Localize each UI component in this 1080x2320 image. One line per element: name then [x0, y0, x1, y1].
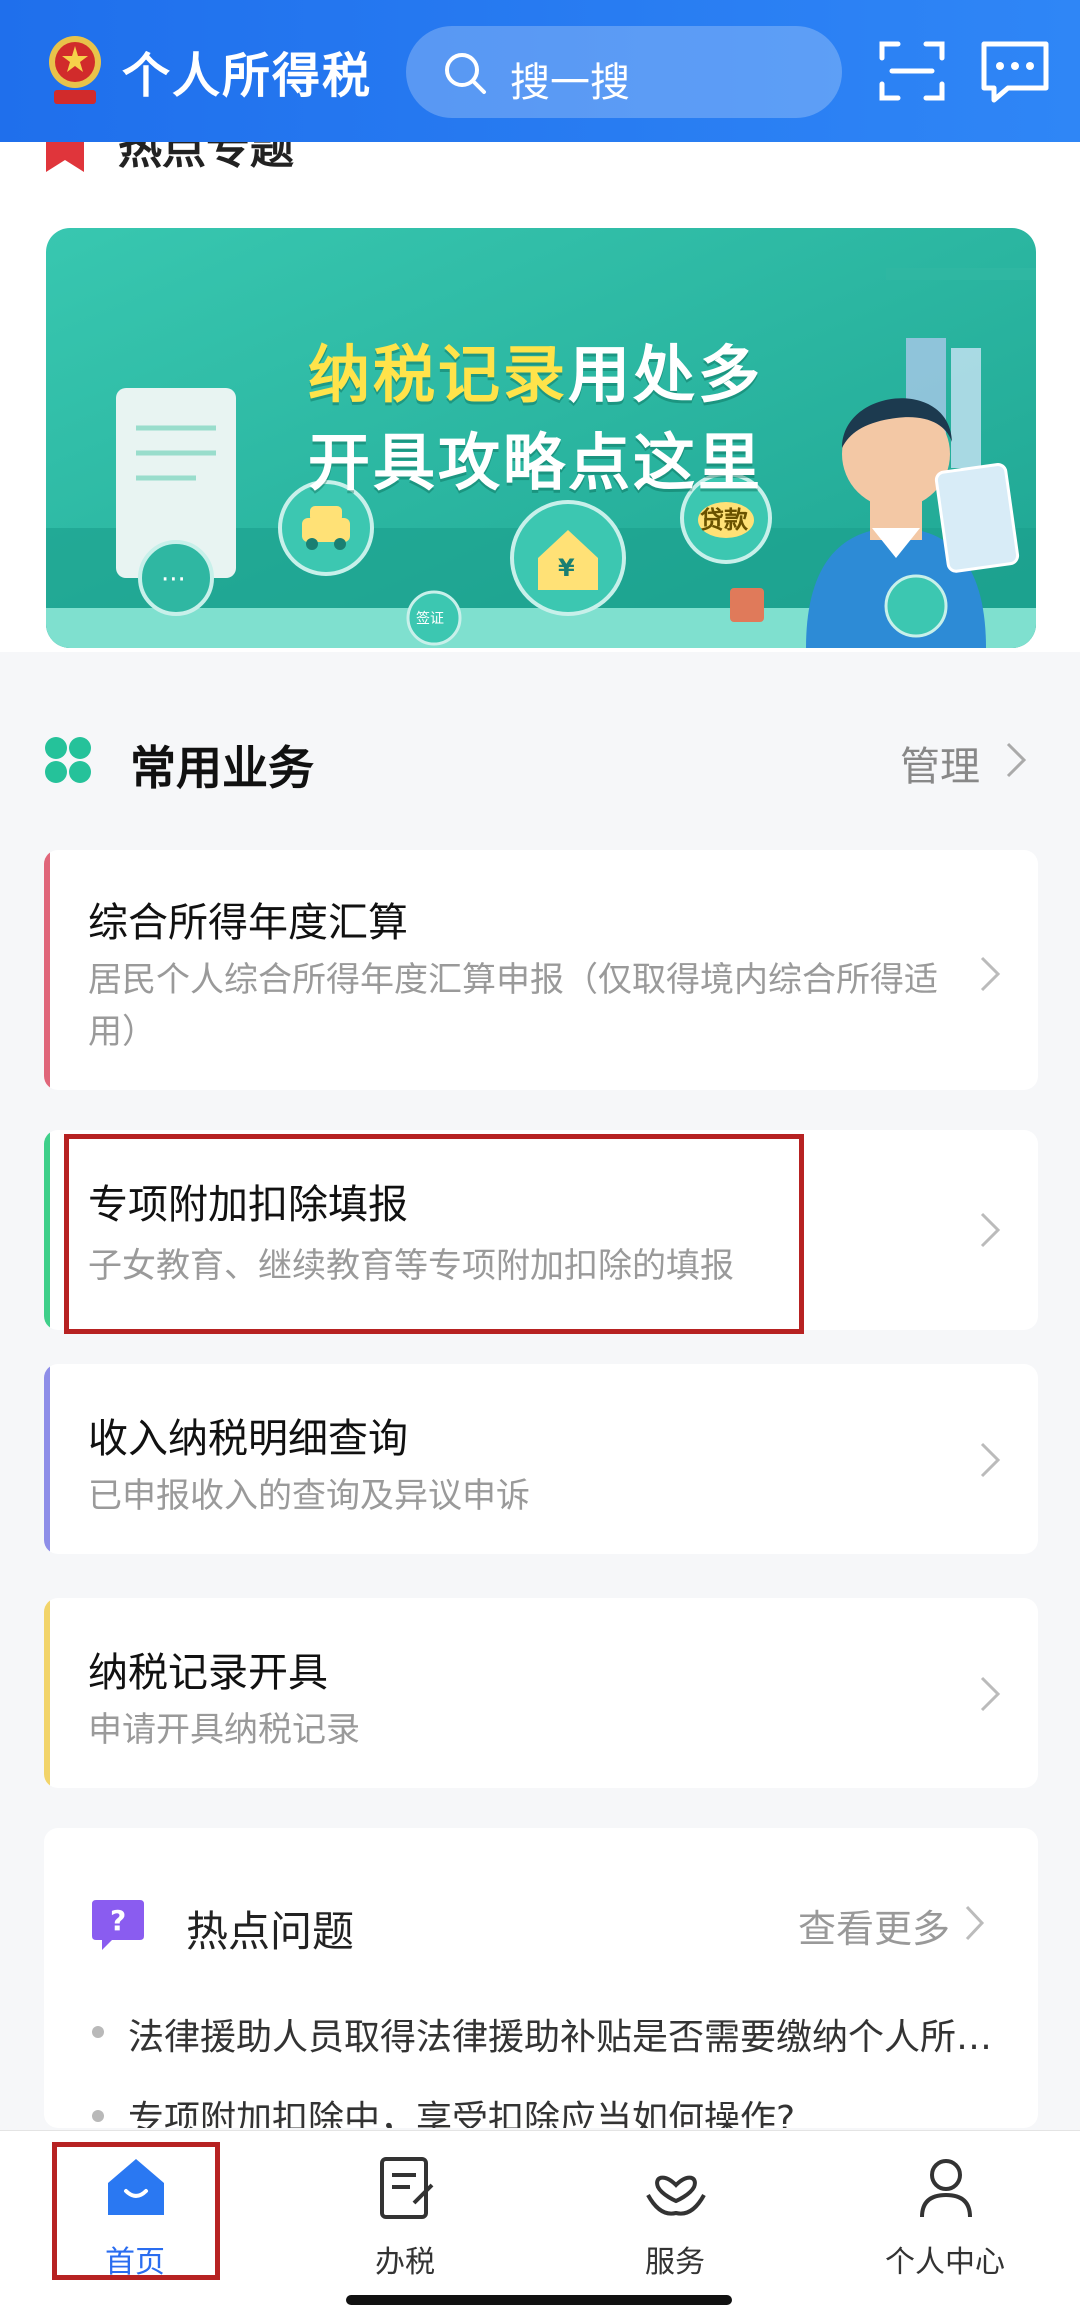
card-description: 居民个人综合所得年度汇算申报（仅取得境内综合所得适用） [88, 960, 938, 1052]
app-title: 个人所得税 [122, 48, 373, 104]
question-icon: ? [92, 1900, 144, 1950]
card-accent-bar [44, 1364, 50, 1554]
faq-item[interactable]: 专项附加扣除中，享受扣除应当如何操作? [128, 2090, 795, 2128]
message-icon[interactable] [978, 38, 1052, 106]
banner-visa-badge: 签证 [416, 611, 444, 627]
card-accent-bar [44, 1598, 50, 1788]
nav-tax[interactable]: 办税 [270, 2131, 540, 2320]
hot-topic-header: 热点专题 [0, 142, 1080, 182]
search-icon [445, 53, 486, 94]
promo-banner[interactable]: ··· ¥ 纳税记录用处多 开具攻略点这里 贷款 签证 [46, 228, 1036, 648]
scan-icon[interactable] [878, 38, 946, 104]
tax-form-icon [380, 2157, 434, 2219]
four-leaf-grid-icon [45, 737, 91, 783]
heart-hands-icon [646, 2175, 706, 2216]
service-card-annual-settlement[interactable]: 综合所得年度汇算 居民个人综合所得年度汇算申报（仅取得境内综合所得适用） [44, 850, 1038, 1090]
nav-label: 服务 [645, 2245, 705, 2280]
home-indicator [346, 2295, 732, 2305]
chevron-right-icon[interactable] [964, 1904, 986, 1942]
nav-service[interactable]: 服务 [540, 2131, 810, 2320]
common-services-header: 常用业务 管理 [0, 692, 1080, 832]
nav-label: 办税 [375, 2245, 435, 2280]
card-description: 已申报收入的查询及异议申诉 [88, 1476, 530, 1516]
card-description: 申请开具纳税记录 [88, 1710, 360, 1750]
card-title: 纳税记录开具 [88, 1650, 328, 1696]
nav-profile[interactable]: 个人中心 [810, 2131, 1080, 2320]
search-bar[interactable]: 搜一搜 [406, 26, 842, 118]
card-accent-bar [44, 850, 50, 1090]
chevron-right-icon [980, 1676, 1001, 1712]
tax-emblem-icon [49, 36, 101, 104]
card-accent-bar [44, 1130, 50, 1330]
top-bar: 个人所得税 搜一搜 [0, 0, 1080, 142]
faq-item[interactable]: 法律援助人员取得法律援助补贴是否需要缴纳个人所… [128, 2008, 992, 2060]
bookmark-icon [46, 142, 84, 172]
card-title: 综合所得年度汇算 [88, 900, 408, 946]
bullet-dot [92, 2026, 104, 2038]
service-card-income-query[interactable]: 收入纳税明细查询 已申报收入的查询及异议申诉 [44, 1364, 1038, 1554]
banner-headline-1: 纳税记录用处多 [308, 324, 763, 414]
card-title: 收入纳税明细查询 [88, 1416, 408, 1462]
highlight-box [64, 1134, 804, 1334]
hot-topic-title: 热点专题 [118, 142, 294, 174]
section-title: 常用业务 [130, 741, 314, 795]
nav-label: 个人中心 [885, 2245, 1005, 2280]
svg-text:···: ··· [161, 565, 186, 595]
banner-headline-2: 开具攻略点这里 [308, 426, 764, 499]
chevron-right-icon [980, 1442, 1001, 1478]
search-placeholder: 搜一搜 [510, 60, 630, 106]
service-card-tax-record[interactable]: 纳税记录开具 申请开具纳税记录 [44, 1598, 1038, 1788]
chevron-right-icon [980, 956, 1001, 992]
chevron-right-icon[interactable] [1004, 740, 1030, 780]
faq-title: 热点问题 [186, 1907, 355, 1956]
hot-questions-section: ? 热点问题 查看更多 法律援助人员取得法律援助补贴是否需要缴纳个人所… 专项附… [44, 1828, 1038, 2128]
banner-highlight: 纳税记录 [308, 338, 569, 411]
banner-section: ··· ¥ 纳税记录用处多 开具攻略点这里 贷款 签证 [0, 182, 1080, 652]
banner-loan-badge: 贷款 [700, 506, 748, 534]
bullet-dot [92, 2110, 104, 2122]
banner-headline-rest: 用处多 [568, 338, 764, 411]
svg-text:?: ? [110, 1904, 126, 1937]
svg-text:¥: ¥ [558, 554, 575, 582]
person-icon [920, 2159, 972, 2218]
chevron-right-icon [980, 1212, 1001, 1248]
manage-button[interactable]: 管理 [900, 734, 980, 792]
highlight-box [52, 2142, 220, 2280]
view-more-link[interactable]: 查看更多 [798, 1898, 950, 1953]
